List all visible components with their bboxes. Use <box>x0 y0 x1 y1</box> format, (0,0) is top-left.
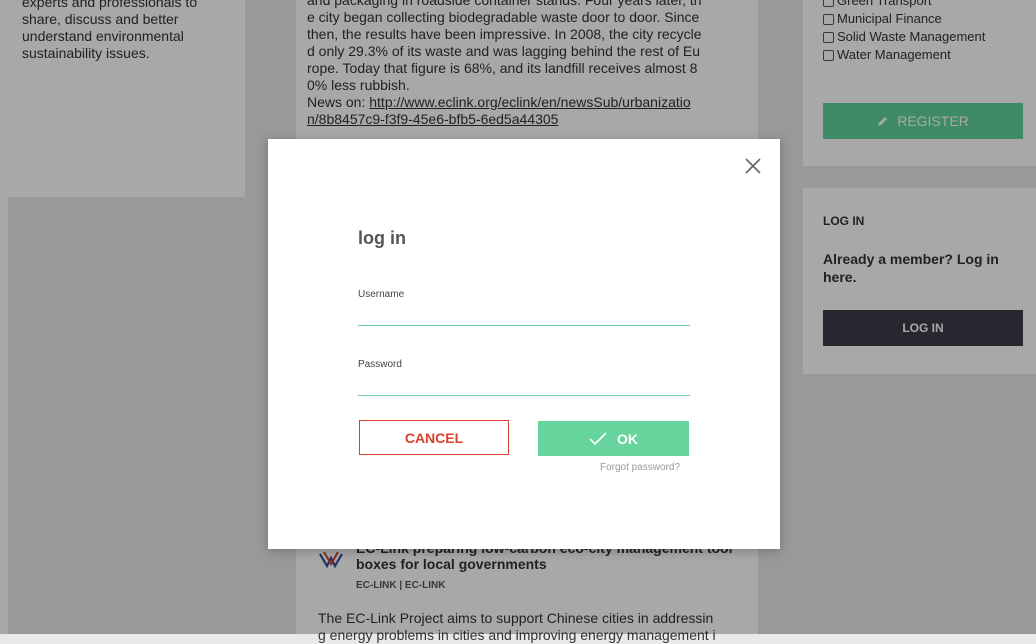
forgot-password-link[interactable]: Forgot password? <box>600 462 680 473</box>
password-field: Password <box>358 359 690 396</box>
password-input[interactable] <box>358 379 690 396</box>
modal-title: log in <box>358 228 406 248</box>
username-field: Username <box>358 289 690 326</box>
username-label: Username <box>358 289 405 300</box>
login-modal: log in Username Password CANCEL OK Forgo… <box>268 139 780 549</box>
username-input[interactable] <box>358 309 690 326</box>
page: experts and professionals to share, disc… <box>0 0 1036 643</box>
password-label: Password <box>358 359 402 370</box>
ok-button[interactable]: OK <box>538 421 689 456</box>
close-icon[interactable] <box>742 155 764 177</box>
cancel-button[interactable]: CANCEL <box>359 420 509 455</box>
ok-label: OK <box>617 430 638 447</box>
check-icon <box>589 431 607 445</box>
